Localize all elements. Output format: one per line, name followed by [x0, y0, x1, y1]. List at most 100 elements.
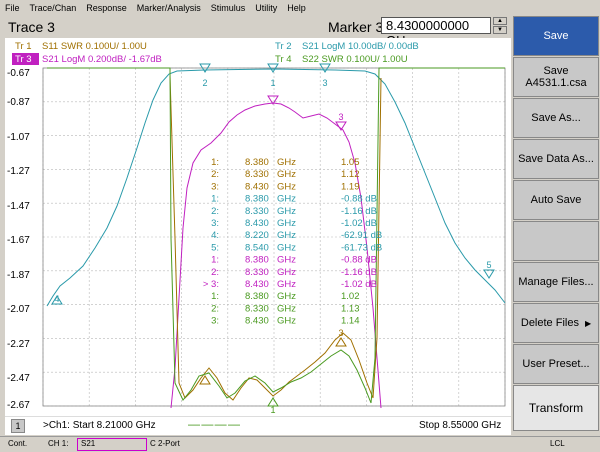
save-as-button[interactable]: Save As...: [513, 98, 599, 138]
save-file-button[interactable]: Save A4531.1.csa: [513, 57, 599, 97]
marker-readout-n: 1:: [211, 291, 219, 302]
menu-help[interactable]: Help: [282, 3, 311, 13]
status-bar: Cont. CH 1: S21 C 2-Port LCL: [0, 436, 600, 452]
marker-readout-n: 3:: [211, 218, 219, 229]
softkey-sublabel: A4531.1.csa: [525, 77, 587, 89]
trace-header-text: S21 LogM 10.00dB/ 0.00dB: [302, 41, 419, 52]
save-button[interactable]: Save: [513, 16, 599, 56]
y-tick: -0.67: [7, 68, 30, 79]
marker-readout-u: GHz: [277, 279, 296, 290]
marker-readout-u: GHz: [277, 206, 296, 217]
menu-utility[interactable]: Utility: [250, 3, 282, 13]
softkey-label: Save: [543, 30, 569, 42]
menu-marker-analysis[interactable]: Marker/Analysis: [132, 3, 206, 13]
y-tick: -1.27: [7, 166, 30, 177]
marker-readout-f: 8.330: [245, 206, 269, 217]
marker-readout-u: GHz: [277, 169, 296, 180]
marker-readout-v: -0.88 dB: [341, 194, 377, 205]
marker-readout-n: 1:: [211, 194, 219, 205]
transform-button[interactable]: Transform: [513, 385, 599, 431]
marker-readout-v: -1.02 dB: [341, 279, 377, 290]
start-frequency[interactable]: >Ch1: Start 8.21000 GHz: [43, 420, 156, 431]
softkey-label: Save Data As...: [518, 153, 594, 165]
marker-label: 1: [270, 78, 275, 88]
marker-3-icon[interactable]: [335, 337, 347, 347]
status-cont: Cont.: [8, 439, 28, 448]
marker-readout-v: -0.88 dB: [341, 255, 377, 266]
y-tick: -0.87: [7, 97, 30, 108]
marker-readout-v: 1.02: [341, 291, 360, 302]
menu-trace-chan[interactable]: Trace/Chan: [25, 3, 82, 13]
marker-readout-n: 1:: [211, 255, 219, 266]
menu-response[interactable]: Response: [81, 3, 132, 13]
chart-area[interactable]: -0.67 -0.87 -1.07 -1.27 -1.47 -1.67 -1.8…: [5, 38, 511, 416]
marker-readout-v: -1.16 dB: [341, 267, 377, 278]
marker-readout-n: 1:: [211, 157, 219, 168]
trace-header-id[interactable]: Tr 1: [15, 41, 32, 52]
marker-readout-n: > 3:: [203, 279, 219, 290]
status-lcl: LCL: [550, 439, 565, 448]
marker-readout-f: 8.220: [245, 230, 269, 241]
delete-files-button[interactable]: Delete Files ▶: [513, 303, 599, 343]
trace-legend-line: — — — —: [188, 417, 240, 431]
softkey-panel: Save Save A4531.1.csa Save As... Save Da…: [513, 16, 600, 434]
marker-readout-u: GHz: [277, 316, 296, 327]
marker-readout-u: GHz: [277, 291, 296, 302]
spin-down-icon[interactable]: ▼: [493, 26, 507, 34]
marker-readout-f: 8.330: [245, 303, 269, 314]
stop-frequency[interactable]: Stop 8.55000 GHz: [419, 420, 501, 431]
title-bar: Trace 3 Marker 3 8.4300000000 GHz ▲ ▼: [0, 15, 512, 48]
trace-header-id[interactable]: Tr 4: [275, 54, 292, 65]
marker-readout-u: GHz: [277, 242, 296, 253]
marker-readout-f: 8.330: [245, 169, 269, 180]
marker-readout-v: -1.02 dB: [341, 218, 377, 229]
marker-readout-u: GHz: [277, 194, 296, 205]
marker-readout-n: 2:: [211, 206, 219, 217]
marker-readout-v: -1.16 dB: [341, 206, 377, 217]
marker-readout-f: 8.430: [245, 316, 269, 327]
status-param-box[interactable]: S21: [77, 438, 147, 451]
channel-index[interactable]: 1: [11, 419, 25, 433]
auto-save-button[interactable]: Auto Save: [513, 180, 599, 220]
user-preset-button[interactable]: User Preset...: [513, 344, 599, 384]
manage-files-button[interactable]: Manage Files...: [513, 262, 599, 302]
softkey-label: Auto Save: [530, 194, 582, 206]
marker-readout-n: 2:: [211, 169, 219, 180]
submenu-arrow-icon: ▶: [584, 318, 592, 328]
marker-readout-f: 8.380: [245, 194, 269, 205]
y-tick: -2.07: [7, 304, 30, 315]
softkey-label: Transform: [528, 401, 584, 415]
save-data-as-button[interactable]: Save Data As...: [513, 139, 599, 179]
marker-readout-f: 8.380: [245, 291, 269, 302]
empty-softkey[interactable]: [513, 221, 599, 261]
marker-readout-n: 4:: [211, 230, 219, 241]
marker-value-input[interactable]: 8.4300000000 GHz: [381, 17, 491, 48]
menu-file[interactable]: File: [0, 3, 25, 13]
marker-readout-f: 8.430: [245, 279, 269, 290]
softkey-label: User Preset...: [522, 358, 590, 370]
trace-header-id[interactable]: Tr 3: [15, 54, 32, 65]
softkey-label: Delete Files: [520, 317, 579, 329]
trace-header-text: S11 SWR 0.100U/ 1.00U: [42, 41, 147, 52]
spin-up-icon[interactable]: ▲: [493, 17, 507, 25]
marker-readout-table: 1: 8.380 GHz 1.05 2: 8.330 GHz 1.12 3: 8.430 GHz 1.…: [203, 157, 382, 327]
y-tick: -1.07: [7, 132, 30, 143]
status-port: C 2-Port: [150, 439, 180, 448]
marker-readout-f: 8.430: [245, 181, 269, 192]
marker-label: Marker 3: [328, 19, 384, 35]
marker-readout-v: -62.91 dB: [341, 230, 382, 241]
menu-stimulus[interactable]: Stimulus: [206, 3, 251, 13]
marker-readout-f: 8.380: [245, 157, 269, 168]
y-tick: -2.47: [7, 373, 30, 384]
marker-label: 3: [338, 112, 343, 122]
marker-readout-u: GHz: [277, 181, 296, 192]
trace-header-id[interactable]: Tr 2: [275, 41, 292, 52]
softkey-label: Save: [543, 65, 569, 77]
y-tick: -1.87: [7, 270, 30, 281]
marker-readout-f: 8.430: [245, 218, 269, 229]
marker-readout-f: 8.330: [245, 267, 269, 278]
marker-readout-u: GHz: [277, 218, 296, 229]
marker-5-icon[interactable]: [483, 269, 495, 279]
stimulus-row: 1 >Ch1: Start 8.21000 GHz — — — — Stop 8…: [5, 416, 511, 435]
chart-grid: [42, 67, 506, 407]
